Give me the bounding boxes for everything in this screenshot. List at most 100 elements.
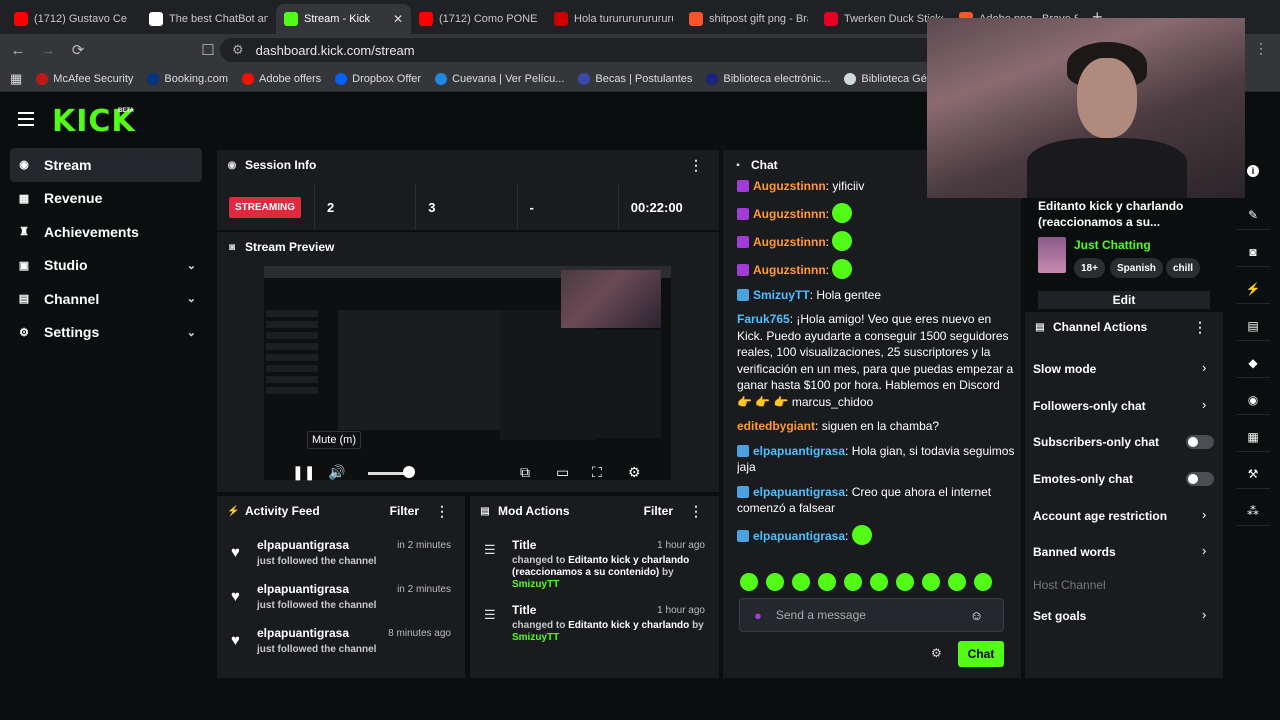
chat-input-box[interactable]: ● ☺ [739, 598, 1004, 632]
chat-bubble-icon[interactable]: ◆ [1236, 348, 1270, 378]
chat-username[interactable]: elpapuantigrasa [753, 529, 845, 543]
emote-icon[interactable] [948, 573, 966, 591]
camera-icon[interactable]: ◙ [1236, 237, 1270, 267]
mod-filter-button[interactable]: Filter [644, 504, 673, 518]
emote-icon[interactable] [792, 573, 810, 591]
emote-icon[interactable] [766, 573, 784, 591]
set-goals-item[interactable]: Set goals [1033, 609, 1086, 623]
site-info-icon[interactable]: ⚙ [232, 42, 244, 58]
sidebar-item-channel[interactable]: ▤ Channel ⌄ [10, 282, 202, 316]
slow-mode-item[interactable]: Slow mode [1033, 362, 1096, 376]
chat-username[interactable]: SmizuyTT [753, 288, 810, 302]
chevron-right-icon[interactable]: › [1202, 543, 1206, 558]
chat-username[interactable]: Auguzstinnn [753, 263, 826, 277]
reload-icon[interactable]: ⟳ [70, 41, 86, 59]
pause-icon[interactable]: ❚❚ [292, 464, 315, 481]
followers-only-chat-item[interactable]: Followers-only chat [1033, 399, 1146, 413]
chat-username[interactable]: editedbygiant [737, 419, 815, 433]
sidebar-item-settings[interactable]: ⚙ Settings ⌄ [10, 316, 202, 350]
sidebar-item-revenue[interactable]: ▦ Revenue [10, 182, 202, 216]
player-settings-icon[interactable]: ⚙ [628, 464, 641, 481]
chevron-right-icon[interactable]: › [1202, 607, 1206, 622]
browser-tab[interactable]: Hola turururururururu [546, 4, 681, 34]
activity-filter-button[interactable]: Filter [390, 504, 419, 518]
bookmark-icon[interactable]: ☐ [200, 41, 216, 59]
chat-message-input[interactable] [775, 608, 956, 622]
edit-stream-info-button[interactable]: Edit [1038, 291, 1210, 309]
bookmark-item[interactable]: McAfee Security [36, 72, 133, 85]
share-icon[interactable]: ⁂ [1236, 496, 1270, 526]
chevron-down-icon[interactable]: ⌄ [187, 259, 196, 272]
emote-icon[interactable] [896, 573, 914, 591]
account-age-restriction-item[interactable]: Account age restriction [1033, 509, 1167, 523]
chat-username[interactable]: Auguzstinnn [753, 235, 826, 249]
emote-icon[interactable] [844, 573, 862, 591]
lightning-icon[interactable]: ⚡ [1236, 274, 1270, 304]
wrench-icon[interactable]: ⚒ [1236, 459, 1270, 489]
chat-username[interactable]: elpapuantigrasa [753, 485, 845, 499]
mod-user[interactable]: SmizuyTT [512, 579, 559, 590]
banned-words-item[interactable]: Banned words [1033, 545, 1116, 559]
emote-icon[interactable] [818, 573, 836, 591]
emotes-only-chat-item[interactable]: Emotes-only chat [1033, 472, 1133, 486]
document-icon[interactable]: ▤ [1236, 311, 1270, 341]
broadcast-icon[interactable]: ◉ [1236, 385, 1270, 415]
chevron-right-icon[interactable]: › [1202, 360, 1206, 375]
volume-icon[interactable]: 🔊 [328, 464, 345, 481]
emote-icon[interactable] [974, 573, 992, 591]
emote-icon[interactable] [740, 573, 758, 591]
back-icon[interactable]: ← [10, 42, 26, 59]
picture-in-picture-icon[interactable]: ⧉ [520, 464, 530, 481]
browser-tab[interactable]: shitpost gift png - Bra [681, 4, 816, 34]
chat-settings-icon[interactable]: ⚙ [931, 646, 942, 660]
subscribers-only-chat-item[interactable]: Subscribers-only chat [1033, 435, 1159, 449]
chevron-down-icon[interactable]: ⌄ [187, 326, 196, 339]
chat-messages[interactable]: Auguzstinnn: yificiiv Auguzstinnn: Auguzs… [737, 178, 1017, 563]
forward-icon[interactable]: → [40, 42, 56, 59]
chat-username[interactable]: elpapuantigrasa [753, 444, 845, 458]
sidebar-item-studio[interactable]: ▣ Studio ⌄ [10, 249, 202, 283]
pencil-icon[interactable]: ✎ [1236, 200, 1270, 230]
browser-tab[interactable]: The best ChatBot and [141, 4, 276, 34]
chevron-right-icon[interactable]: › [1202, 397, 1206, 412]
bookmark-item[interactable]: Adobe offers [241, 72, 321, 85]
category-name[interactable]: Just Chatting [1074, 238, 1151, 252]
sidebar-item-stream[interactable]: ◉ Stream [10, 148, 202, 182]
url-input[interactable]: ⚙ dashboard.kick.com/stream [220, 38, 940, 62]
emote-icon[interactable] [922, 573, 940, 591]
chat-username[interactable]: Auguzstinnn [753, 207, 826, 221]
fullscreen-icon[interactable]: ⛶ [592, 464, 602, 481]
more-options-icon[interactable]: ⋮ [689, 503, 703, 520]
browser-tab[interactable]: (1712) Gustavo Ce [6, 4, 141, 34]
emote-icon[interactable] [870, 573, 888, 591]
chevron-down-icon[interactable]: ⌄ [187, 292, 196, 305]
theater-mode-icon[interactable]: ▭ [556, 464, 569, 481]
subscribers-only-toggle[interactable] [1186, 435, 1214, 449]
microphone-icon[interactable]: ● [754, 608, 762, 623]
more-options-icon[interactable]: ⋮ [435, 503, 449, 520]
bookmark-item[interactable]: Cuevana | Ver Pelícu... [435, 72, 564, 85]
bookmark-item[interactable]: Becas | Postulantes [578, 72, 692, 85]
send-chat-button[interactable]: Chat [958, 641, 1004, 667]
bookmark-item[interactable]: Booking.com [147, 72, 228, 85]
bookmark-item[interactable]: Dropbox Offer [335, 72, 421, 85]
more-options-icon[interactable]: ⋮ [689, 157, 703, 174]
emoji-icon[interactable]: ☺ [970, 608, 983, 623]
browser-tab[interactable]: (1712) Como PONER [411, 4, 546, 34]
chat-username[interactable]: Faruk765 [737, 312, 790, 326]
sidebar-item-achievements[interactable]: ♜ Achievements [10, 215, 202, 249]
chat-username[interactable]: Auguzstinnn [753, 179, 826, 193]
menu-icon[interactable]: ⋮ [1254, 40, 1268, 57]
close-tab-icon[interactable]: ✕ [393, 12, 403, 26]
emotes-only-toggle[interactable] [1186, 472, 1214, 486]
layout-icon[interactable]: ▦ [1236, 422, 1270, 452]
chevron-right-icon[interactable]: › [1202, 507, 1206, 522]
info-icon[interactable]: i [1247, 165, 1259, 177]
browser-tab[interactable]: Stream - Kick ✕ [276, 4, 411, 34]
mod-user[interactable]: SmizuyTT [512, 632, 559, 643]
volume-slider-handle[interactable] [403, 466, 415, 478]
hamburger-menu-icon[interactable] [18, 112, 34, 126]
bookmark-item[interactable]: Biblioteca electrónic... [706, 72, 830, 85]
apps-icon[interactable]: ▦ [10, 71, 22, 87]
more-options-icon[interactable]: ⋮ [1193, 319, 1207, 336]
